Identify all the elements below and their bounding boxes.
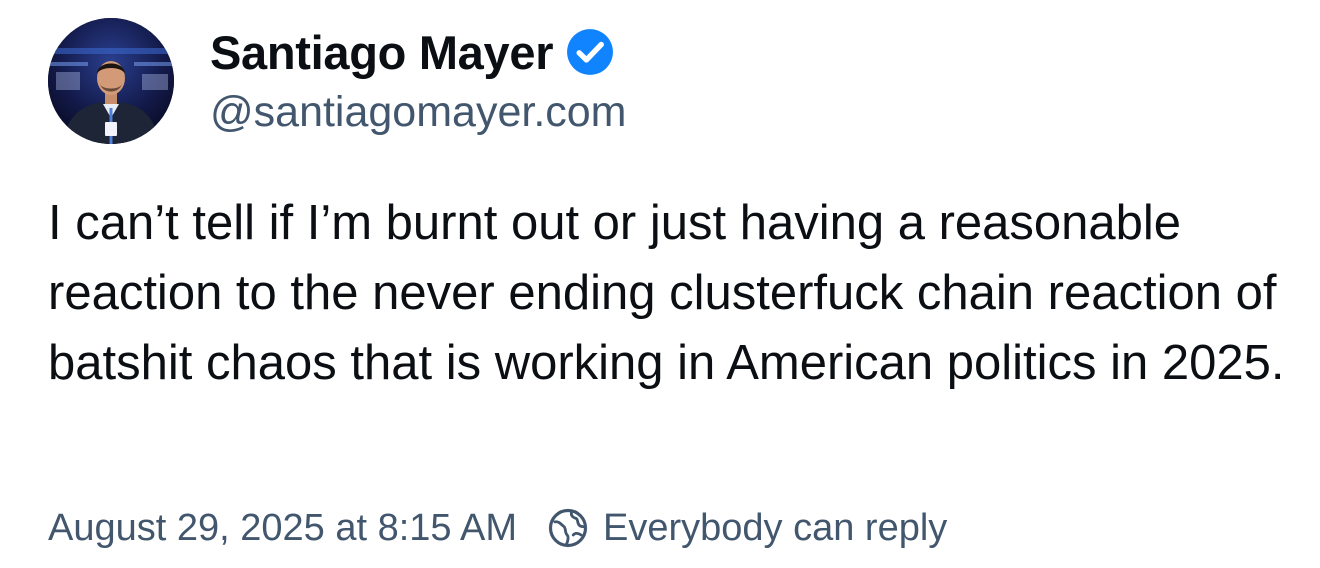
author-handle[interactable]: @santiagomayer.com: [210, 88, 627, 137]
globe-icon: [548, 508, 588, 548]
reply-setting: Everybody can reply: [547, 507, 947, 550]
author-display-name[interactable]: Santiago Mayer: [210, 25, 553, 80]
author-name-row: Santiago Mayer: [210, 22, 615, 82]
post-meta: August 29, 2025 at 8:15 AM Everybody can…: [48, 500, 947, 556]
reply-setting-label: Everybody can reply: [603, 506, 948, 549]
post-card: Santiago Mayer @santiagomayer.com I can’…: [0, 0, 1320, 568]
author-avatar[interactable]: [48, 18, 174, 144]
verified-checkmark-icon: [567, 29, 614, 75]
post-text: I can’t tell if I’m burnt out or just ha…: [48, 196, 1285, 390]
post-timestamp[interactable]: August 29, 2025 at 8:15 AM: [48, 507, 517, 550]
